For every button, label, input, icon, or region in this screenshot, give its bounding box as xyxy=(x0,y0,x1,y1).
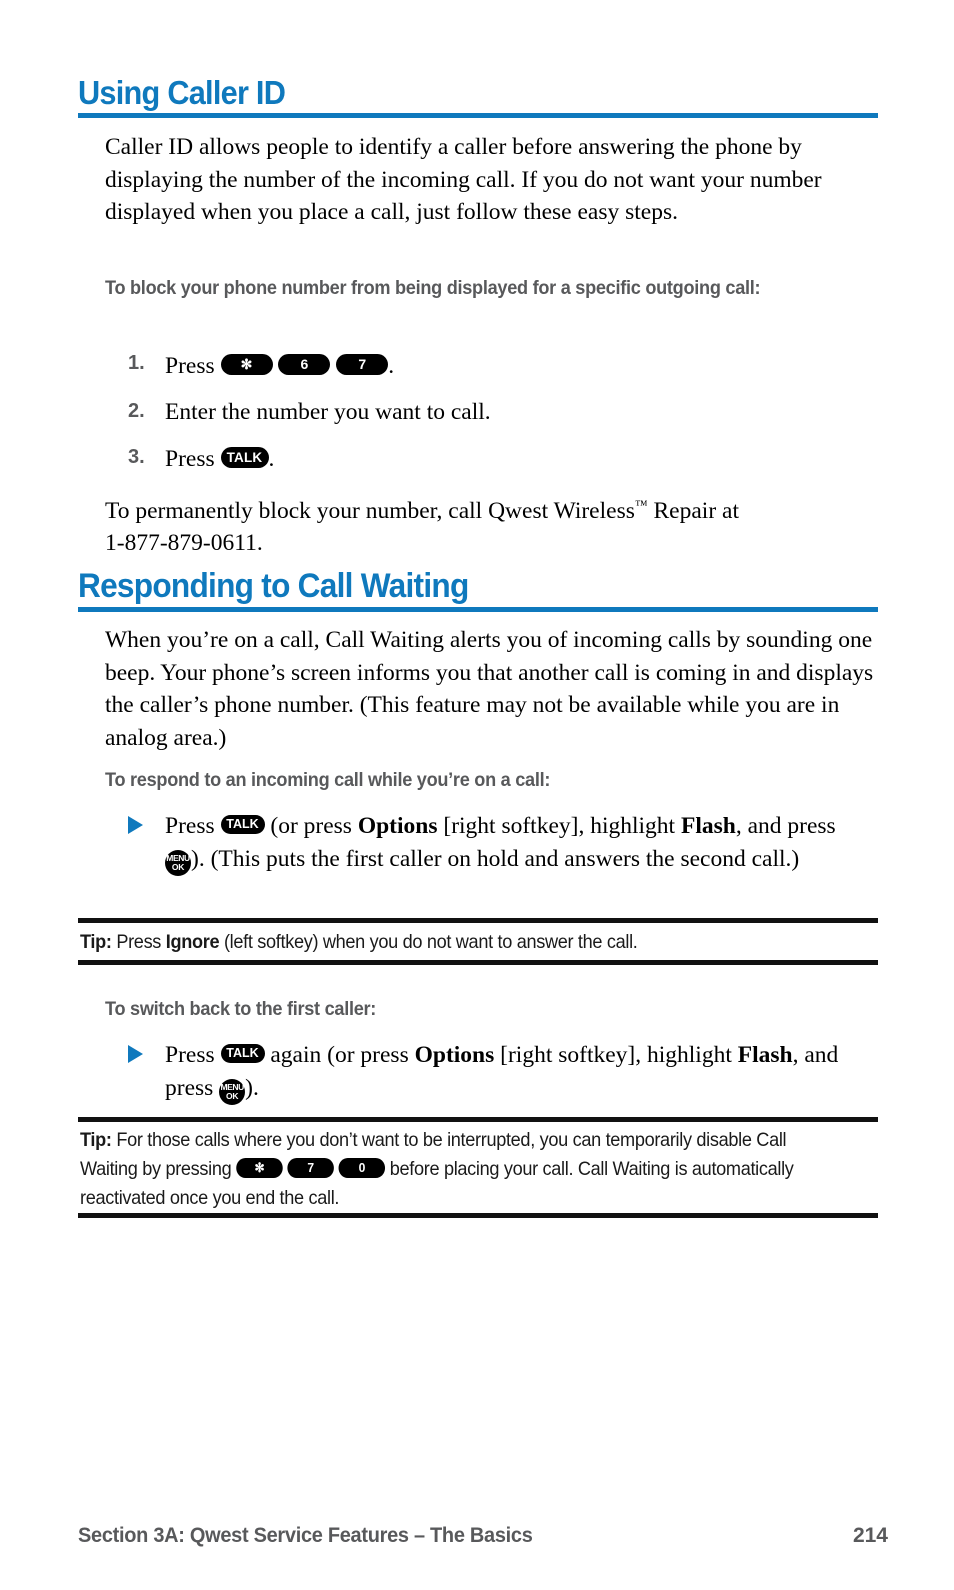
tip-box-1: Tip: Press Ignore (left softkey) when yo… xyxy=(80,928,824,957)
closing-text-a: To permanently block your number, call Q… xyxy=(105,497,635,524)
b1-t2: (or press xyxy=(264,813,358,839)
tip-rule-top-1 xyxy=(78,918,878,923)
key-talk-icon: TALK xyxy=(220,447,269,469)
subhead-respond-incoming: To respond to an incoming call while you… xyxy=(105,769,551,791)
step-3-trail: . xyxy=(268,446,275,472)
tip-rule-bottom-2 xyxy=(78,1213,878,1218)
step-3-lead: Press xyxy=(165,446,215,472)
page-title-responding-call-waiting: Responding to Call Waiting xyxy=(78,567,469,605)
b1-t5: ). (This puts the first caller on hold a… xyxy=(191,845,800,872)
key-0-icon: 0 xyxy=(338,1157,386,1178)
key-talk-icon: TALK xyxy=(220,815,265,835)
b2-t1: Press xyxy=(165,1042,221,1068)
softkey-label-ignore: Ignore xyxy=(165,931,220,953)
menu-item-flash: Flash xyxy=(680,813,736,839)
intro-paragraph-call-waiting: When you’re on a call, Call Waiting aler… xyxy=(105,627,874,751)
key-menu-line2: OK xyxy=(225,1091,239,1102)
b1-t4: , and press xyxy=(735,813,836,839)
subhead-block-number: To block your phone number from being di… xyxy=(105,277,761,299)
closing-paragraph-caller-id: To permanently block your number, call Q… xyxy=(105,489,895,560)
step-1-trail: . xyxy=(388,353,395,379)
heading-rule-2 xyxy=(78,607,878,612)
footer-section-label: Section 3A: Qwest Service Features – The… xyxy=(78,1524,533,1547)
bullet-arrow-icon-1 xyxy=(128,816,143,834)
manual-page: Using Caller ID Caller ID allows people … xyxy=(0,0,954,1590)
softkey-label-options: Options xyxy=(414,1042,495,1068)
subhead-switch-back: To switch back to the first caller: xyxy=(105,998,377,1020)
closing-text-b: Repair at xyxy=(647,497,739,524)
step-text-1: Press ✻ 6 7. xyxy=(165,350,394,383)
key-6-icon: 6 xyxy=(278,354,331,376)
key-asterisk-icon: ✻ xyxy=(236,1157,283,1178)
intro-paragraph-caller-id: Caller ID allows people to identify a ca… xyxy=(105,134,822,225)
bullet-text-2: Press TALK again (or press Options [righ… xyxy=(165,1039,855,1106)
b1-t1: Press xyxy=(165,813,221,839)
tip-label-2: Tip: xyxy=(80,1129,112,1151)
step-number-3: 3. xyxy=(128,446,145,468)
b1-t3: [right softkey], highlight xyxy=(437,813,681,839)
tip1-t2: (left softkey) when you do not want to a… xyxy=(219,931,638,953)
tip-rule-top-2 xyxy=(78,1117,878,1122)
tip-rule-bottom-1 xyxy=(78,960,878,965)
page-title-using-caller-id: Using Caller ID xyxy=(78,74,286,111)
b2-t3: [right softkey], highlight xyxy=(494,1042,738,1068)
key-menu-ok-icon: MENU OK xyxy=(219,1079,246,1106)
tip1-t1: Press xyxy=(111,931,166,953)
key-7-icon: 7 xyxy=(287,1157,334,1178)
key-menu-line2: OK xyxy=(171,862,185,873)
page-number: 214 xyxy=(852,1524,888,1547)
key-menu-ok-icon: MENU OK xyxy=(165,850,191,877)
tip-label-1: Tip: xyxy=(80,931,112,953)
menu-item-flash: Flash xyxy=(737,1042,793,1068)
step-text-2: Enter the number you want to call. xyxy=(165,399,491,425)
key-talk-icon: TALK xyxy=(220,1044,265,1064)
step-text-3: Press TALK. xyxy=(165,443,274,476)
key-asterisk-icon: ✻ xyxy=(220,354,273,376)
trademark-symbol: ™ xyxy=(634,497,648,512)
b2-t2: again (or press xyxy=(264,1042,415,1068)
step-number-1: 1. xyxy=(128,352,145,374)
b2-t5: ). xyxy=(245,1074,259,1101)
bullet-text-1: Press TALK (or press Options [right soft… xyxy=(165,810,865,877)
softkey-label-options: Options xyxy=(357,813,438,839)
key-7-icon: 7 xyxy=(336,354,389,376)
heading-rule-1 xyxy=(78,113,878,118)
step-number-2: 2. xyxy=(128,400,145,422)
tip-box-2: Tip: For those calls where you don’t wan… xyxy=(80,1126,824,1213)
bullet-arrow-icon-2 xyxy=(128,1045,143,1063)
step-1-lead: Press xyxy=(165,353,215,379)
closing-phone-number: 1-877-879-0611. xyxy=(105,530,263,557)
